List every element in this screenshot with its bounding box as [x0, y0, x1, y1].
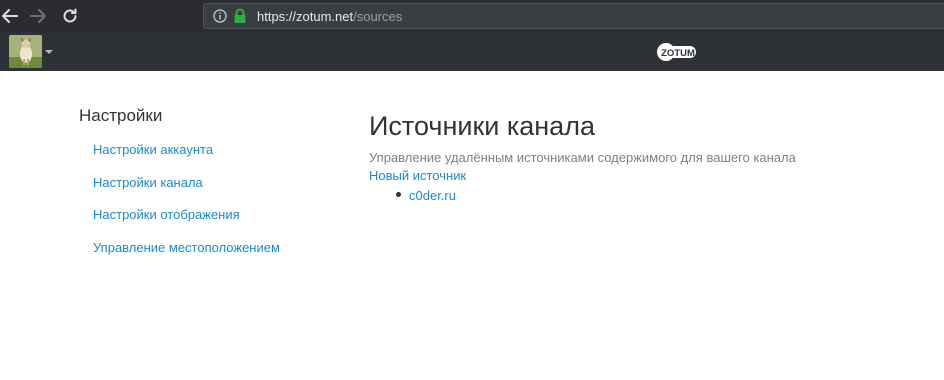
- new-source-link[interactable]: Новый источник: [369, 168, 466, 183]
- settings-nav: Настройки аккаунта Настройки канала Наст…: [93, 141, 280, 271]
- url-host: https://zotum.net: [257, 9, 354, 24]
- source-link[interactable]: c0der.ru: [409, 188, 456, 203]
- list-item: c0der.ru: [396, 187, 456, 203]
- logo-text: ZOTUM: [661, 48, 695, 59]
- sidebar-item-display: Настройки отображения: [93, 206, 280, 239]
- arrow-right-icon[interactable]: [28, 6, 48, 26]
- lock-icon[interactable]: [233, 8, 247, 24]
- zotum-logo[interactable]: ZOTUM: [656, 42, 698, 62]
- caret-down-icon[interactable]: [45, 50, 53, 54]
- url-path: /sources: [353, 9, 403, 24]
- sidebar-link-display[interactable]: Настройки отображения: [93, 207, 240, 222]
- page-title: Источники канала: [369, 111, 595, 141]
- sidebar-link-account[interactable]: Настройки аккаунта: [93, 142, 213, 157]
- sidebar-link-channel[interactable]: Настройки канала: [93, 175, 203, 190]
- page-description: Управление удалённым источниками содержи…: [369, 150, 796, 165]
- address-bar[interactable]: https://zotum.net/sources: [203, 3, 944, 29]
- url-text[interactable]: https://zotum.net/sources: [257, 9, 402, 24]
- sidebar-item-location: Управление местоположением: [93, 239, 280, 272]
- info-icon[interactable]: [213, 9, 227, 23]
- reload-icon[interactable]: [60, 6, 80, 26]
- site-navbar: ZOTUM: [0, 32, 944, 71]
- arrow-left-icon[interactable]: [0, 6, 20, 26]
- channel-avatar[interactable]: [9, 35, 42, 68]
- sources-list: c0der.ru: [396, 187, 456, 203]
- browser-toolbar: https://zotum.net/sources: [0, 0, 944, 32]
- sidebar-link-location[interactable]: Управление местоположением: [93, 240, 280, 255]
- sidebar-item-channel: Настройки канала: [93, 174, 280, 207]
- bullet-icon: [396, 192, 401, 197]
- sidebar-item-account: Настройки аккаунта: [93, 141, 280, 174]
- sidebar-title: Настройки: [79, 106, 163, 125]
